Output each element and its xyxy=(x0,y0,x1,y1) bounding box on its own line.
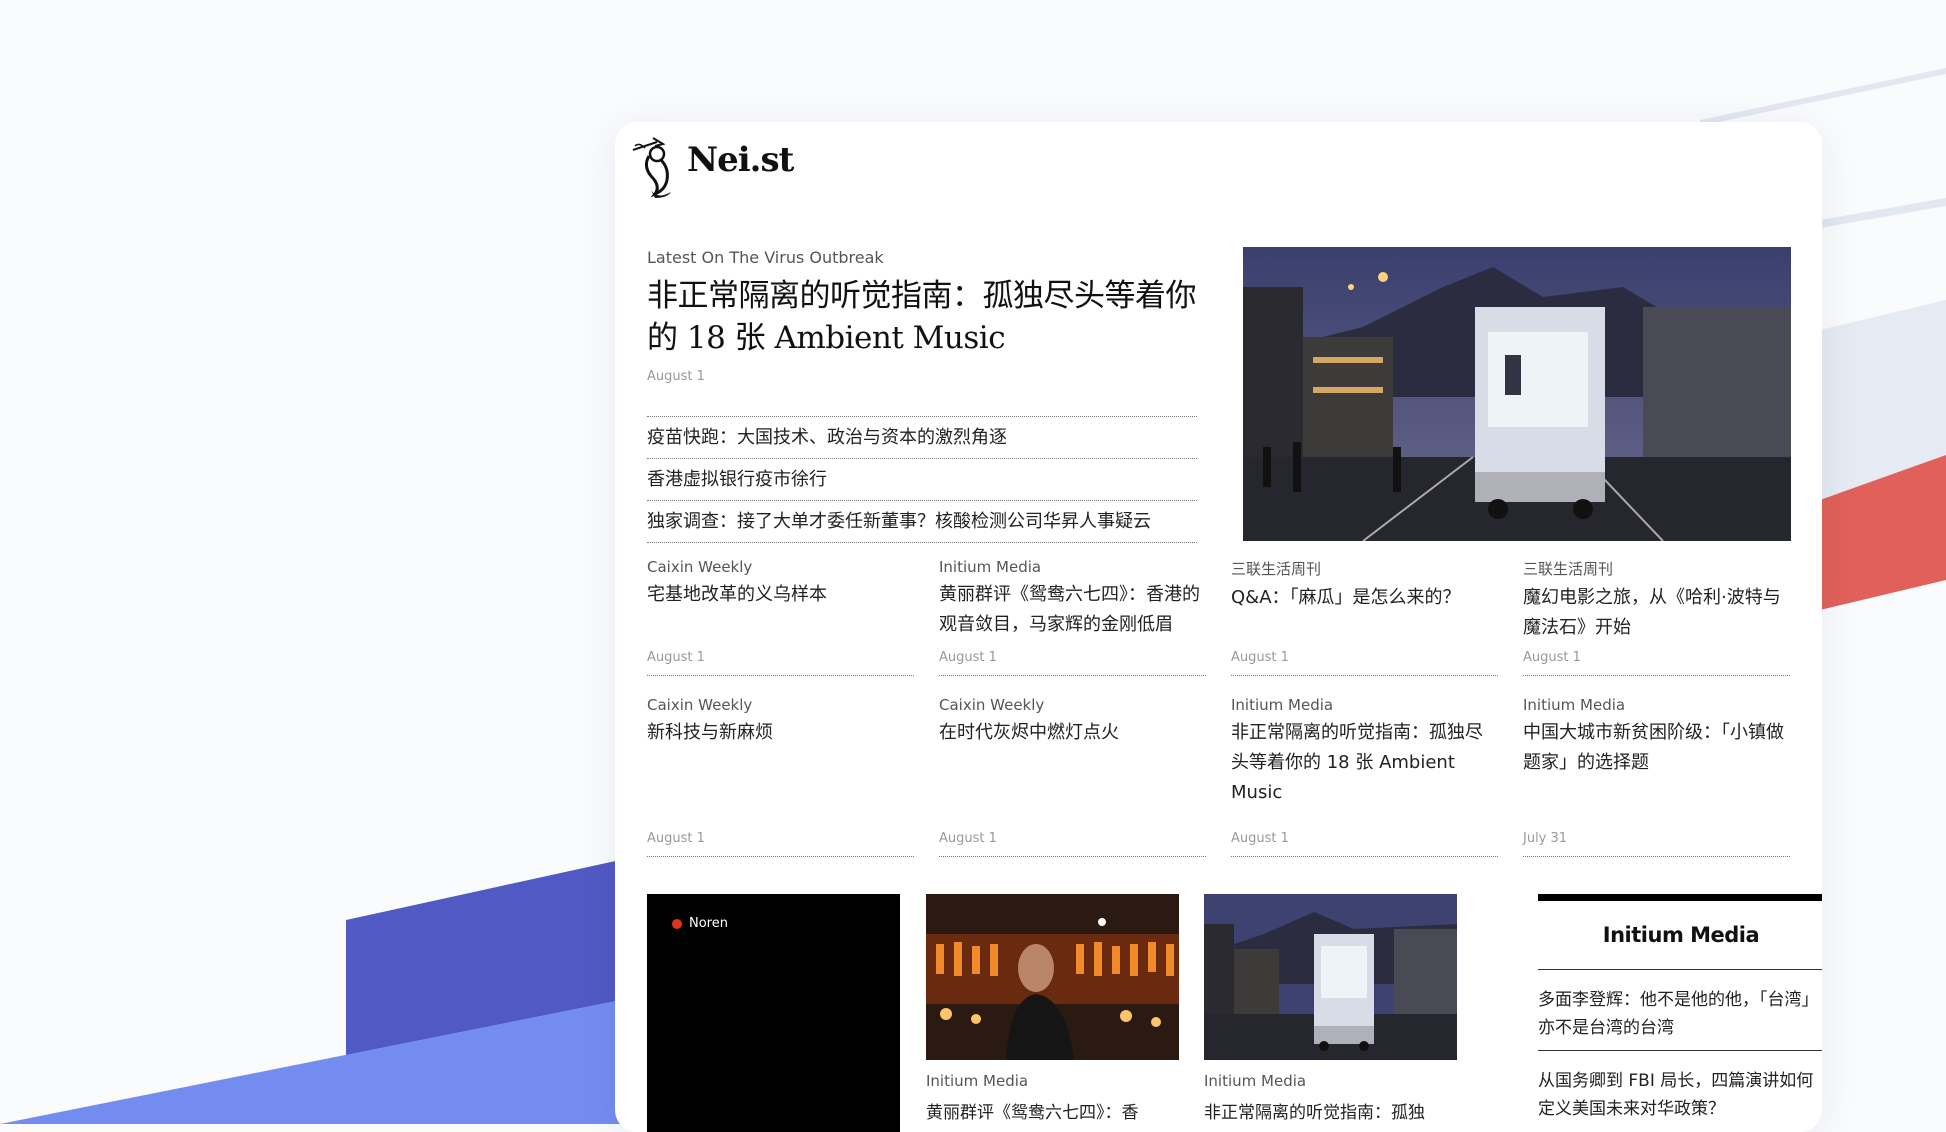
headline-item[interactable]: 疫苗快跑：大国技术、政治与资本的激烈角逐 xyxy=(647,416,1197,458)
divider xyxy=(647,542,1197,543)
thumbnail-title[interactable]: 非正常隔离的听觉指南：孤独 xyxy=(1204,1098,1457,1123)
thumbnail-source[interactable]: Initium Media xyxy=(1204,1072,1306,1090)
source-sidebar: Initium Media 多面李登辉：他不是他的他，「台湾」亦不是台湾的台湾 … xyxy=(1538,894,1822,1131)
sidebar-title[interactable]: Initium Media xyxy=(1538,901,1822,970)
featured-kicker[interactable]: Latest On The Virus Outbreak xyxy=(647,248,1197,267)
news-card: Nei.st Latest On The Virus Outbreak 非正常隔… xyxy=(615,122,1822,1132)
site-logo[interactable]: Nei.st xyxy=(627,128,794,202)
thumbnail-source[interactable]: Initium Media xyxy=(926,1072,1028,1090)
article-row: Caixin Weekly 宅基地改革的义乌样本 August 1 Initiu… xyxy=(647,558,1791,676)
article-date: August 1 xyxy=(647,831,705,846)
article-card[interactable]: Initium Media 非正常隔离的听觉指南：孤独尽头等着你的 18 张 A… xyxy=(1231,696,1498,857)
article-date: August 1 xyxy=(647,650,705,665)
article-date: August 1 xyxy=(939,831,997,846)
headline-list: 疫苗快跑：大国技术、政治与资本的激烈角逐 香港虚拟银行疫市徐行 独家调查：接了大… xyxy=(647,416,1197,543)
article-card[interactable]: Caixin Weekly 在时代灰烬中燃灯点火 August 1 xyxy=(939,696,1206,857)
article-card[interactable]: Caixin Weekly 宅基地改革的义乌样本 August 1 xyxy=(647,558,914,676)
article-thumbnail[interactable] xyxy=(926,894,1179,1060)
article-source[interactable]: Caixin Weekly xyxy=(647,558,914,576)
siren-mermaid-icon xyxy=(632,137,671,198)
night-street-booth-photo xyxy=(1243,247,1791,541)
headline-item[interactable]: 独家调查：接了大单才委任新董事？核酸检测公司华昇人事疑云 xyxy=(647,500,1197,542)
article-title[interactable]: Q&A：「麻瓜」是怎么来的？ xyxy=(1231,583,1498,613)
article-title[interactable]: 魔幻电影之旅，从《哈利·波特与魔法石》开始 xyxy=(1523,583,1790,643)
portrait-lanterns-photo xyxy=(926,894,1179,1060)
article-card[interactable]: Initium Media 黄丽群评《鸳鸯六七四》：香港的观音敛目，马家辉的金刚… xyxy=(939,558,1206,676)
featured-article[interactable]: Latest On The Virus Outbreak 非正常隔离的听觉指南：… xyxy=(647,248,1197,384)
sidebar-item[interactable]: 多面李登辉：他不是他的他，「台湾」亦不是台湾的台湾 xyxy=(1538,970,1822,1051)
sidebar-item[interactable]: 从国务卿到 FBI 局长，四篇演讲如何定义美国未来对华政策？ xyxy=(1538,1051,1822,1131)
article-date: August 1 xyxy=(1231,831,1289,846)
featured-title[interactable]: 非正常隔离的听觉指南：孤独尽头等着你的 18 张 Ambient Music xyxy=(647,275,1197,359)
featured-image[interactable] xyxy=(1243,247,1791,541)
article-card[interactable]: 三联生活周刊 Q&A：「麻瓜」是怎么来的？ August 1 xyxy=(1231,558,1498,676)
article-source[interactable]: Initium Media xyxy=(1523,696,1790,714)
article-card[interactable]: Caixin Weekly 新科技与新麻烦 August 1 xyxy=(647,696,914,857)
headline-item[interactable]: 香港虚拟银行疫市徐行 xyxy=(647,458,1197,500)
article-card[interactable]: Initium Media 中国大城市新贫困阶级：「小镇做题家」的选择题 Jul… xyxy=(1523,696,1790,857)
live-dot-icon xyxy=(672,918,682,929)
article-card[interactable]: 三联生活周刊 魔幻电影之旅，从《哈利·波特与魔法石》开始 August 1 xyxy=(1523,558,1790,676)
video-channel-name: Noren xyxy=(689,916,728,931)
article-grid: Caixin Weekly 宅基地改革的义乌样本 August 1 Initiu… xyxy=(647,558,1791,857)
sidebar-top-rule xyxy=(1538,894,1822,901)
night-street-booth-photo xyxy=(1204,894,1457,1060)
video-player[interactable]: Noren xyxy=(647,894,900,1132)
article-date: August 1 xyxy=(939,650,997,665)
featured-date: August 1 xyxy=(647,369,705,384)
article-row: Caixin Weekly 新科技与新麻烦 August 1 Caixin We… xyxy=(647,696,1791,857)
article-title[interactable]: 非正常隔离的听觉指南：孤独尽头等着你的 18 张 Ambient Music xyxy=(1231,718,1498,808)
article-date: August 1 xyxy=(1231,650,1289,665)
article-date: August 1 xyxy=(1523,650,1581,665)
video-channel-label: Noren xyxy=(672,916,728,931)
article-source[interactable]: Initium Media xyxy=(939,558,1206,576)
article-source[interactable]: Caixin Weekly xyxy=(939,696,1206,714)
article-source[interactable]: 三联生活周刊 xyxy=(1231,558,1498,579)
article-source[interactable]: Initium Media xyxy=(1231,696,1498,714)
article-title[interactable]: 新科技与新麻烦 xyxy=(647,718,914,748)
article-title[interactable]: 在时代灰烬中燃灯点火 xyxy=(939,718,1206,748)
article-date: July 31 xyxy=(1523,831,1568,846)
article-source[interactable]: Caixin Weekly xyxy=(647,696,914,714)
article-thumbnail[interactable] xyxy=(1204,894,1457,1060)
site-name: Nei.st xyxy=(687,140,794,180)
article-source[interactable]: 三联生活周刊 xyxy=(1523,558,1790,579)
article-title[interactable]: 黄丽群评《鸳鸯六七四》：香港的观音敛目，马家辉的金刚低眉 xyxy=(939,580,1206,640)
article-title[interactable]: 宅基地改革的义乌样本 xyxy=(647,580,914,610)
thumbnail-title[interactable]: 黄丽群评《鸳鸯六七四》：香 xyxy=(926,1098,1179,1123)
article-title[interactable]: 中国大城市新贫困阶级：「小镇做题家」的选择题 xyxy=(1523,718,1790,778)
